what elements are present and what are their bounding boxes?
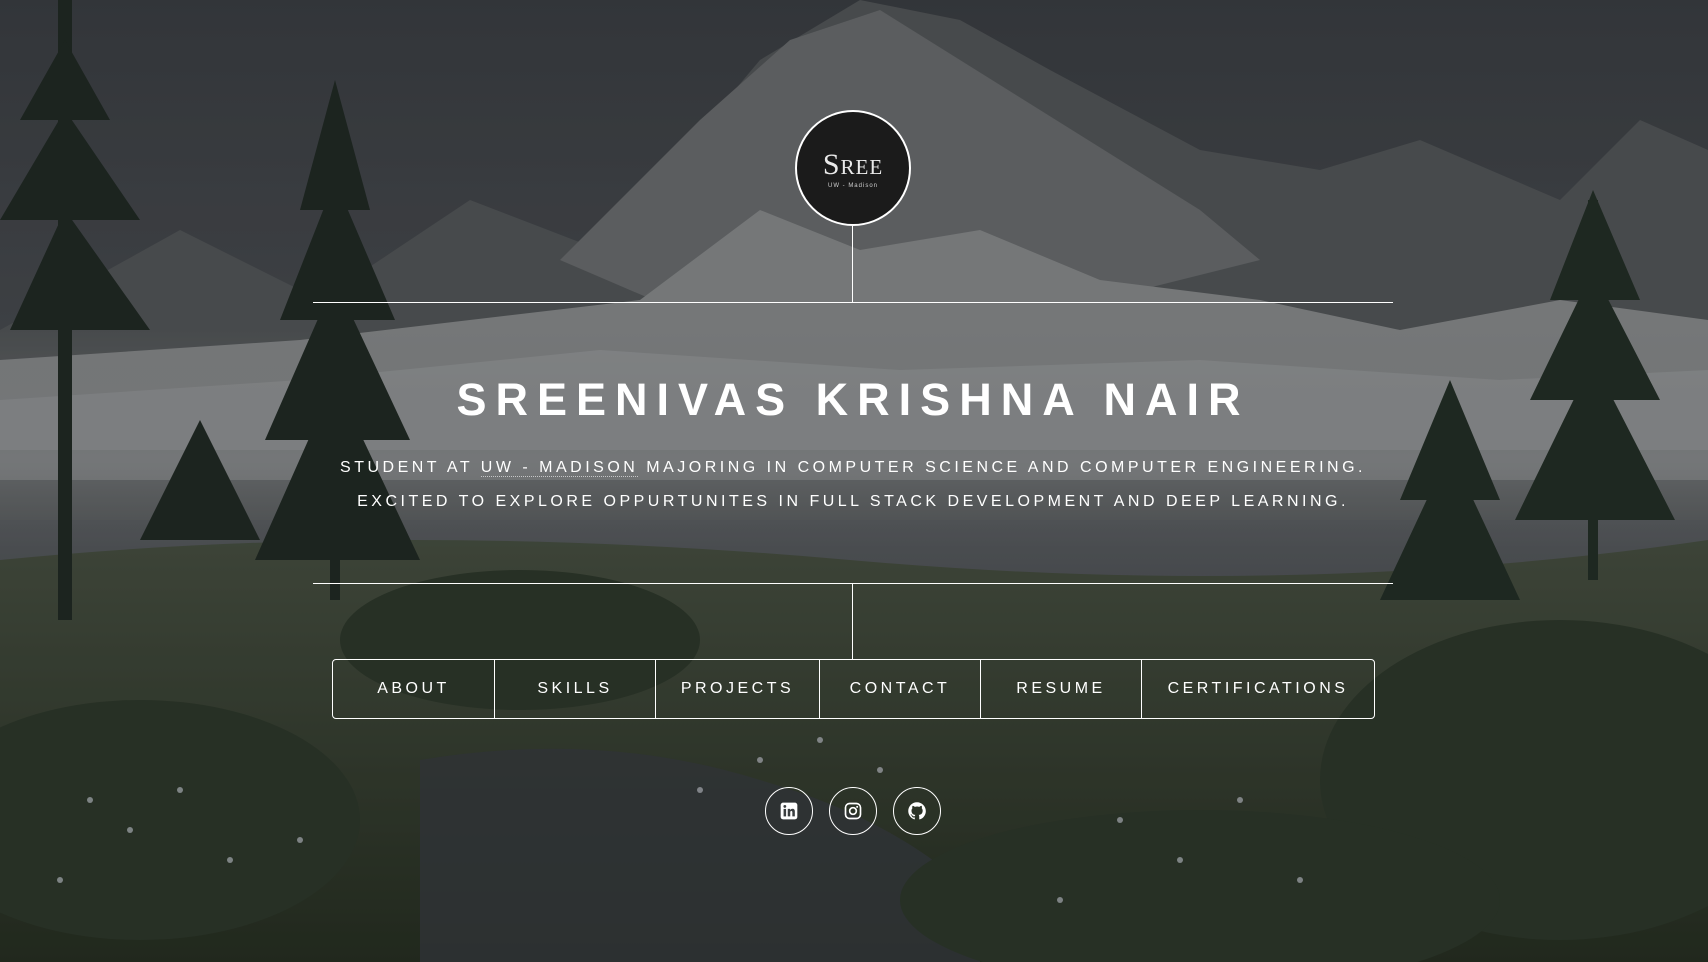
connector-line-bottom: [852, 583, 853, 659]
main-nav: ABOUT SKILLS PROJECTS CONTACT RESUME CER…: [332, 659, 1375, 719]
nav-skills[interactable]: SKILLS: [495, 660, 656, 718]
nav-resume[interactable]: RESUME: [981, 660, 1142, 718]
nav-about[interactable]: ABOUT: [333, 660, 495, 718]
divider-top: [313, 302, 1393, 303]
intro-line-2: EXCITED TO EXPLORE OPPURTUNITES IN FULL …: [357, 493, 1349, 510]
linkedin-icon: [780, 802, 798, 820]
linkedin-button[interactable]: [765, 787, 813, 835]
nav-certifications[interactable]: CERTIFICATIONS: [1142, 660, 1374, 718]
nav-projects[interactable]: PROJECTS: [656, 660, 820, 718]
logo: Sree UW - Madison: [795, 110, 911, 226]
instagram-button[interactable]: [829, 787, 877, 835]
logo-subtext: UW - Madison: [827, 183, 878, 189]
intro-line-1: STUDENT AT UW - MADISON MAJORING IN COMP…: [313, 459, 1393, 477]
logo-text: Sree: [822, 148, 884, 181]
social-links: [765, 787, 945, 835]
instagram-icon: [844, 802, 862, 820]
page-title: SREENIVAS KRISHNA NAIR: [456, 374, 1250, 425]
divider-bottom: [313, 583, 1393, 584]
nav-contact[interactable]: CONTACT: [820, 660, 981, 718]
uw-madison-link[interactable]: UW - MADISON: [480, 459, 639, 477]
github-icon: [908, 802, 926, 820]
intro-line-1-suffix: MAJORING IN COMPUTER SCIENCE AND COMPUTE…: [638, 459, 1366, 476]
header: Sree UW - Madison SREENIVAS KRISHNA NAIR…: [0, 0, 1708, 962]
github-button[interactable]: [893, 787, 941, 835]
connector-line-top: [852, 226, 853, 302]
intro-line-1-prefix: STUDENT AT: [340, 459, 481, 476]
